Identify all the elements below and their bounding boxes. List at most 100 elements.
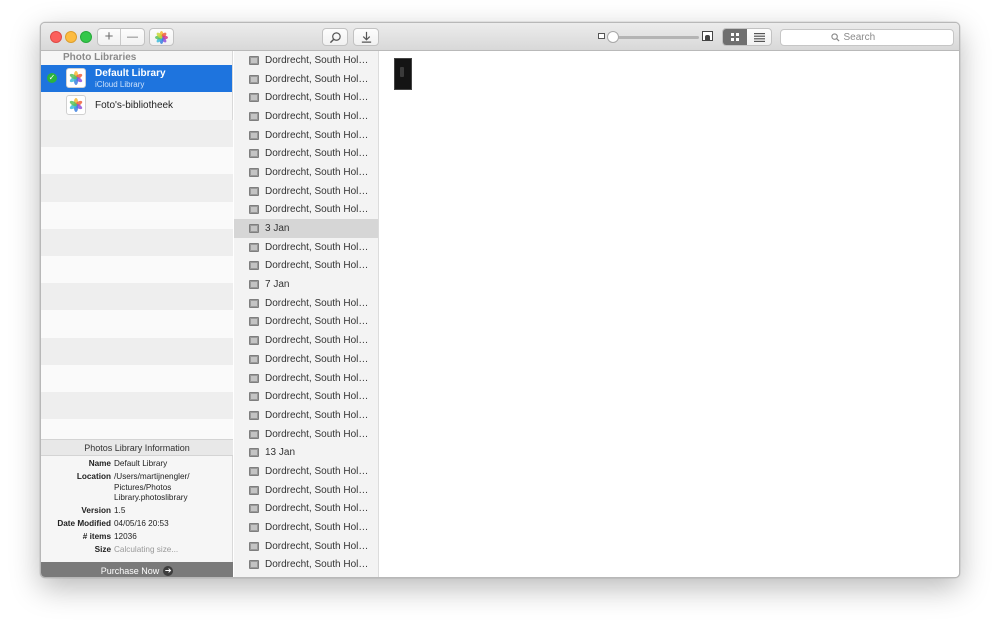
- small-thumbnail-icon: [598, 33, 605, 39]
- library-item-default[interactable]: ✓ Default Library iCloud Library: [41, 65, 232, 92]
- album-row[interactable]: Dordrecht, South Holland: [234, 182, 378, 201]
- album-row[interactable]: Dordrecht, South Holland: [234, 369, 378, 388]
- album-label: Dordrecht, South Holland: [265, 241, 370, 253]
- album-row[interactable]: Dordrecht, South Holland: [234, 294, 378, 313]
- album-row[interactable]: Dordrecht, South Holland: [234, 238, 378, 257]
- album-row[interactable]: Dordrecht, South Holland: [234, 481, 378, 500]
- album-row[interactable]: Dordrecht, South Holland: [234, 350, 378, 369]
- album-icon: [249, 354, 259, 364]
- app-window: + — Search Photo Libraries ✓ Default Lib…: [40, 22, 960, 578]
- info-row-version: Version 1.5: [81, 506, 126, 515]
- album-label: Dordrecht, South Holland: [265, 522, 370, 534]
- album-row[interactable]: 13 Jan: [234, 443, 378, 462]
- info-row-location: Location /Users/martijnengler/ Pictures/…: [76, 472, 190, 502]
- remove-button[interactable]: —: [121, 29, 144, 45]
- album-row[interactable]: Dordrecht, South Holland: [234, 201, 378, 220]
- album-icon: [249, 74, 259, 84]
- info-row-items: # items 12036: [82, 532, 137, 541]
- add-button[interactable]: +: [98, 29, 121, 45]
- album-row[interactable]: 7 Jan: [234, 275, 378, 294]
- download-arrow-icon: [361, 31, 371, 43]
- export-button[interactable]: [353, 28, 379, 46]
- album-row[interactable]: Dordrecht, South Holland: [234, 163, 378, 182]
- album-row[interactable]: Dordrecht, South Holland: [234, 518, 378, 537]
- inspect-button[interactable]: [322, 28, 348, 46]
- checkmark-icon: ✓: [47, 73, 57, 83]
- album-row[interactable]: 3 Jan: [234, 219, 378, 238]
- album-row[interactable]: Dordrecht, South Holland: [234, 70, 378, 89]
- album-icon: [249, 298, 259, 308]
- album-icon: [249, 224, 259, 234]
- album-label: Dordrecht, South Holland: [265, 559, 370, 571]
- search-field[interactable]: [780, 29, 954, 46]
- purchase-now-button[interactable]: Purchase Now ➔: [41, 562, 233, 577]
- album-row[interactable]: Dordrecht, South Holland: [234, 425, 378, 444]
- info-row-name: Name Default Library: [88, 459, 168, 468]
- photo-thumbnail[interactable]: [394, 58, 412, 90]
- album-icon: [249, 429, 259, 439]
- thumbnail-size-slider[interactable]: [607, 36, 699, 39]
- album-icon: [249, 485, 259, 495]
- grid-icon: [731, 33, 739, 41]
- photos-app-button[interactable]: [149, 28, 174, 46]
- album-row[interactable]: Dordrecht, South Holland: [234, 313, 378, 332]
- album-icon: [249, 205, 259, 215]
- info-row-date-modified: Date Modified 04/05/16 20:53: [57, 519, 169, 528]
- album-row[interactable]: Dordrecht, South Holland: [234, 331, 378, 350]
- maximize-window-button[interactable]: [80, 31, 92, 43]
- album-row[interactable]: Dordrecht, South Holland: [234, 556, 378, 575]
- album-row[interactable]: Dordrecht, South Holland: [234, 126, 378, 145]
- album-row[interactable]: Dordrecht, South Holland: [234, 107, 378, 126]
- album-label: Dordrecht, South Holland: [265, 185, 370, 197]
- add-remove-segment: + —: [97, 28, 145, 46]
- album-label: Dordrecht, South Holland: [265, 297, 370, 309]
- album-row[interactable]: Dordrecht, South Holland: [234, 462, 378, 481]
- album-label: Dordrecht, South Holland: [265, 391, 370, 403]
- purchase-label: Purchase Now: [100, 565, 160, 576]
- album-label: Dordrecht, South Holland: [265, 129, 370, 141]
- library-item-fotos[interactable]: Foto's-bibliotheek: [41, 92, 232, 119]
- close-window-button[interactable]: [50, 31, 62, 43]
- album-row[interactable]: Dordrecht, South Holland: [234, 387, 378, 406]
- photos-library-icon: [66, 68, 86, 88]
- album-label: Dordrecht, South Holland: [265, 73, 370, 85]
- album-icon: [249, 504, 259, 514]
- album-row[interactable]: Dordrecht, South Holland: [234, 88, 378, 107]
- album-icon: [249, 111, 259, 121]
- album-icon: [249, 373, 259, 383]
- thumbnail-size-slider-knob[interactable]: [607, 31, 619, 43]
- album-icon: [249, 560, 259, 570]
- minimize-window-button[interactable]: [65, 31, 77, 43]
- album-label: Dordrecht, South Holland: [265, 166, 370, 178]
- grid-view-button[interactable]: [723, 29, 747, 45]
- album-label: 7 Jan: [265, 279, 290, 291]
- search-input[interactable]: [843, 32, 904, 43]
- album-icon: [249, 149, 259, 159]
- album-icon: [249, 93, 259, 103]
- album-label: Dordrecht, South Holland: [265, 92, 370, 104]
- magnifier-icon: [329, 31, 341, 43]
- photo-grid: [380, 51, 959, 577]
- album-row[interactable]: Dordrecht, South Holland: [234, 537, 378, 556]
- album-icon: [249, 448, 259, 458]
- photos-icon: [155, 30, 168, 44]
- album-list: Dordrecht, South Holland Dordrecht, South…: [234, 51, 379, 577]
- album-icon: [249, 523, 259, 533]
- album-label: Dordrecht, South Holland: [265, 335, 370, 347]
- album-row[interactable]: Dordrecht, South Holland: [234, 257, 378, 276]
- album-label: Dordrecht, South Holland: [265, 372, 370, 384]
- album-row[interactable]: Dordrecht, South Holland: [234, 144, 378, 163]
- library-info-panel: Name Default Library Location /Users/mar…: [41, 459, 233, 558]
- info-row-size: Size Calculating size...: [94, 545, 179, 554]
- album-row[interactable]: Dordrecht, South Holland: [234, 500, 378, 519]
- album-label: Dordrecht, South Holland: [265, 428, 370, 440]
- album-label: Dordrecht, South Holland: [265, 54, 370, 66]
- list-view-button[interactable]: [747, 29, 771, 45]
- album-row[interactable]: Dordrecht, South Holland: [234, 51, 378, 70]
- album-row[interactable]: Dordrecht, South Holland: [234, 406, 378, 425]
- album-icon: [249, 55, 259, 65]
- arrow-right-icon: ➔: [163, 565, 174, 576]
- album-label: Dordrecht, South Holland: [265, 465, 370, 477]
- album-label: Dordrecht, South Holland: [265, 148, 370, 160]
- album-label: Dordrecht, South Holland: [265, 260, 370, 272]
